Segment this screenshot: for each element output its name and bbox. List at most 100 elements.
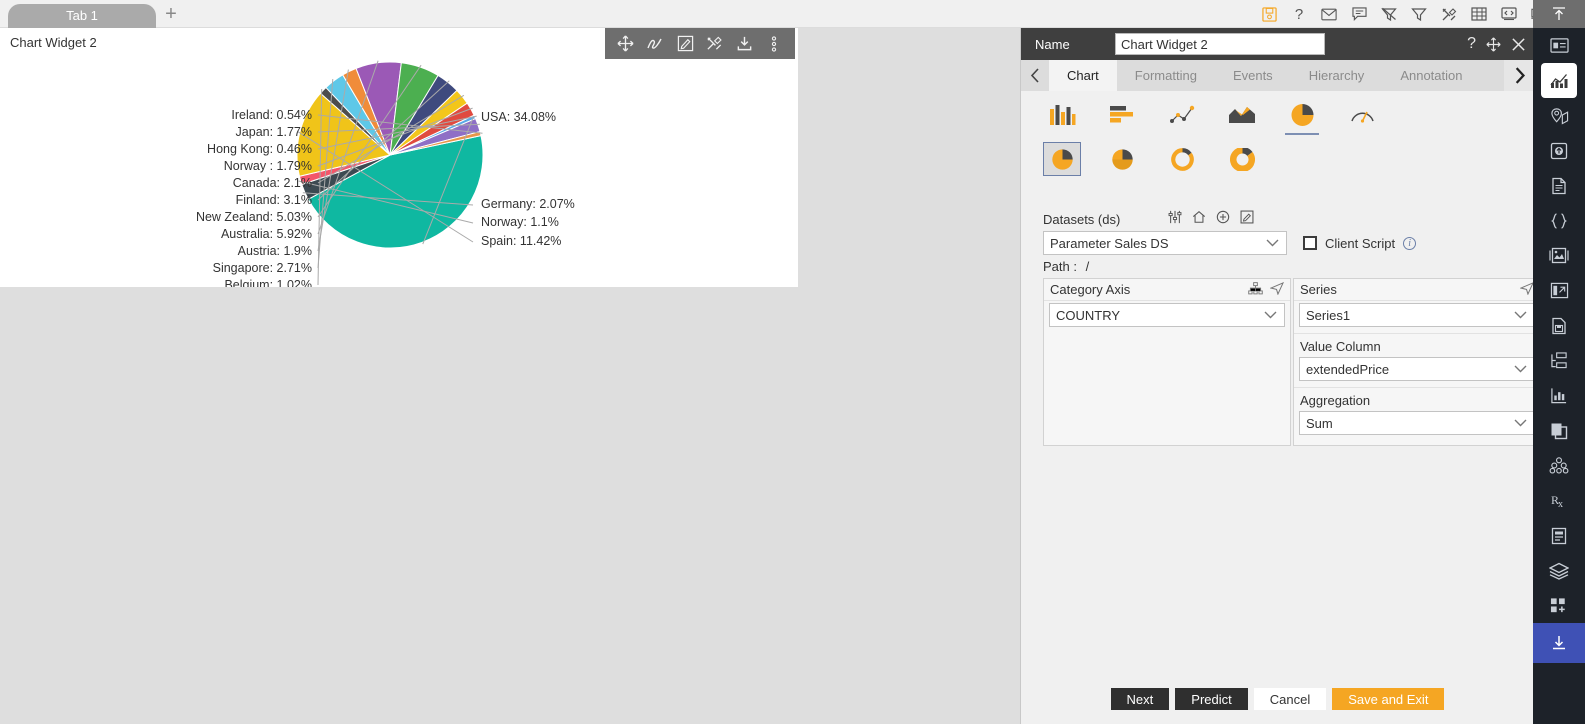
add-circle-icon[interactable] <box>1216 210 1230 229</box>
code-icon[interactable] <box>1499 4 1519 24</box>
aggregation-select[interactable]: Sum <box>1299 411 1535 435</box>
image-upload-icon[interactable] <box>1533 133 1585 168</box>
tools-icon[interactable] <box>1439 4 1459 24</box>
tab-formatting[interactable]: Formatting <box>1117 60 1215 91</box>
edit-icon[interactable] <box>674 33 696 55</box>
map-icon[interactable] <box>1533 98 1585 133</box>
more-vertical-icon[interactable] <box>763 33 785 55</box>
tab-chart-label: Chart <box>1067 68 1099 83</box>
home-icon[interactable] <box>1192 210 1206 229</box>
donut-thin-icon[interactable] <box>1163 142 1201 176</box>
pie-data-label: Canada: 2.1% <box>233 176 312 190</box>
panel-tabs: Chart Formatting Events Hierarchy Annota… <box>1021 60 1534 91</box>
settings-sliders-icon[interactable] <box>1168 210 1182 229</box>
widget-title: Chart Widget 2 <box>10 35 97 50</box>
column-chart-icon[interactable] <box>1043 98 1081 132</box>
save-icon[interactable] <box>1259 4 1279 24</box>
move-icon[interactable] <box>615 33 637 55</box>
chevron-left-icon[interactable] <box>1021 60 1049 91</box>
panel-icon[interactable] <box>1533 273 1585 308</box>
table-icon[interactable] <box>1469 4 1489 24</box>
pie-slices <box>296 61 484 249</box>
client-script-checkbox[interactable] <box>1303 236 1317 250</box>
add-tab-button[interactable]: + <box>162 3 180 25</box>
gauge-chart-icon[interactable] <box>1343 98 1381 132</box>
chevron-down-icon <box>1514 308 1527 323</box>
close-icon[interactable] <box>1511 37 1526 52</box>
download-icon[interactable] <box>1533 623 1585 663</box>
layers-icon[interactable] <box>1533 553 1585 588</box>
scribble-icon[interactable] <box>644 33 666 55</box>
dataset-select[interactable]: Parameter Sales DS <box>1043 231 1287 255</box>
value-column-select[interactable]: extendedPrice <box>1299 357 1535 381</box>
category-axis-select[interactable]: COUNTRY <box>1049 303 1285 327</box>
pie-shaded-icon[interactable] <box>1103 142 1141 176</box>
collapse-up-icon[interactable] <box>1533 0 1585 28</box>
chevron-right-icon[interactable] <box>1504 60 1534 91</box>
chart-type-row-primary <box>1043 98 1381 135</box>
clear-filter-icon[interactable] <box>1379 4 1399 24</box>
widget-name-input[interactable] <box>1115 33 1325 55</box>
tab-annotation[interactable]: Annotation <box>1382 60 1480 91</box>
send-icon[interactable] <box>1519 281 1535 298</box>
download-icon[interactable] <box>733 33 755 55</box>
comment-icon[interactable] <box>1349 4 1369 24</box>
rx-icon[interactable]: Rx <box>1533 483 1585 518</box>
pie-data-label: Australia: 5.92% <box>221 227 312 241</box>
add-grid-icon[interactable] <box>1533 588 1585 623</box>
panel-header: Name ? <box>1021 28 1534 60</box>
info-icon[interactable]: i <box>1403 236 1417 250</box>
tools-icon[interactable] <box>704 33 726 55</box>
braces-icon[interactable] <box>1533 203 1585 238</box>
series-select[interactable]: Series1 <box>1299 303 1535 327</box>
pie-data-label: Spain: 11.42% <box>481 234 561 248</box>
chart-icon[interactable] <box>1541 63 1577 98</box>
pie-data-label: USA: 34.08% <box>481 110 556 124</box>
form-icon[interactable] <box>1533 518 1585 553</box>
widget-icon[interactable] <box>1533 28 1585 63</box>
pie-chart-icon[interactable] <box>1283 98 1321 135</box>
category-axis-value: COUNTRY <box>1056 307 1121 323</box>
chart-widget[interactable]: Chart Widget 2 USA: 34.08% Germany: 2.07… <box>0 28 798 287</box>
move-icon[interactable] <box>1486 36 1501 52</box>
datasets-header: Datasets (ds) <box>1043 210 1523 228</box>
tab-chart[interactable]: Chart <box>1049 60 1117 91</box>
predict-button[interactable]: Predict <box>1175 688 1248 710</box>
canvas-area[interactable]: Chart Widget 2 USA: 34.08% Germany: 2.07… <box>0 28 1020 724</box>
series-header: Series <box>1294 279 1540 301</box>
mail-icon[interactable] <box>1319 4 1339 24</box>
pie-data-label: Austria: 1.9% <box>238 244 312 258</box>
gallery-icon[interactable] <box>1533 238 1585 273</box>
tree-icon[interactable] <box>1533 343 1585 378</box>
save-doc-icon[interactable] <box>1533 308 1585 343</box>
tab-events[interactable]: Events <box>1215 60 1291 91</box>
group-icon[interactable] <box>1533 448 1585 483</box>
aggregation-value: Sum <box>1306 415 1333 431</box>
area-chart-icon[interactable] <box>1223 98 1261 132</box>
next-button[interactable]: Next <box>1110 688 1170 710</box>
document-icon[interactable] <box>1533 168 1585 203</box>
edit-icon[interactable] <box>1240 210 1254 229</box>
top-bar: Tab 1 + ? <box>0 0 1585 28</box>
save-and-exit-button[interactable]: Save and Exit <box>1332 688 1445 710</box>
cancel-button[interactable]: Cancel <box>1253 688 1327 710</box>
pie-chart[interactable]: USA: 34.08% Germany: 2.07% Norway: 1.1% Spa… <box>0 59 798 287</box>
series-field: Series1 <box>1294 301 1540 333</box>
dataset-select-value: Parameter Sales DS <box>1050 235 1169 251</box>
help-icon[interactable]: ? <box>1289 4 1309 24</box>
pie-data-label: Norway : 1.79% <box>224 159 312 173</box>
predict-button-label: Predict <box>1191 691 1232 707</box>
copy-icon[interactable] <box>1533 413 1585 448</box>
stats-icon[interactable] <box>1533 378 1585 413</box>
cancel-button-label: Cancel <box>1269 691 1311 707</box>
bar-chart-icon[interactable] <box>1103 98 1141 132</box>
tab-item-tab1[interactable]: Tab 1 <box>8 4 156 28</box>
scatter-chart-icon[interactable] <box>1163 98 1201 132</box>
donut-thick-icon[interactable] <box>1223 142 1261 176</box>
send-icon[interactable] <box>1269 281 1285 298</box>
pie-plain-icon[interactable] <box>1043 142 1081 176</box>
filter-icon[interactable] <box>1409 4 1429 24</box>
help-icon[interactable]: ? <box>1467 36 1476 52</box>
hierarchy-icon[interactable] <box>1248 281 1263 298</box>
tab-hierarchy[interactable]: Hierarchy <box>1291 60 1383 91</box>
